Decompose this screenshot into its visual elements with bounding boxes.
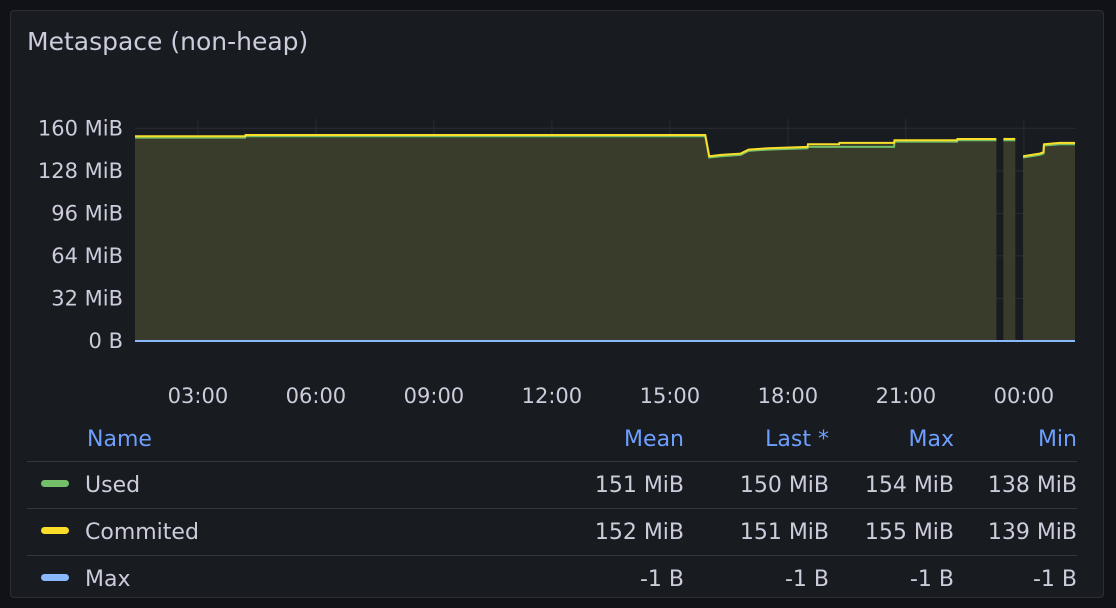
x-tick-label: 18:00 — [758, 384, 819, 408]
legend-header-last[interactable]: Last * — [684, 419, 829, 462]
series-color-swatch[interactable] — [41, 480, 69, 487]
legend-series-name[interactable]: Max — [85, 567, 130, 592]
y-tick-label: 96 MiB — [51, 201, 123, 225]
y-tick-label: 0 B — [89, 329, 123, 353]
x-tick-label: 06:00 — [286, 384, 347, 408]
x-tick-label: 00:00 — [994, 384, 1055, 408]
x-tick-label: 03:00 — [168, 384, 229, 408]
legend-series-name[interactable]: Commited — [85, 520, 199, 545]
legend-header-min[interactable]: Min — [954, 419, 1077, 462]
legend-series-name[interactable]: Used — [85, 473, 140, 498]
legend-max-value: 154 MiB — [829, 461, 954, 509]
metaspace-panel: Metaspace (non-heap) 0 B 32 MiB 64 MiB 96 M… — [10, 10, 1104, 598]
legend-max-value: 155 MiB — [829, 508, 954, 556]
legend-row-used[interactable]: Used 151 MiB 150 MiB 154 MiB 138 MiB — [27, 461, 1077, 509]
y-tick-label: 64 MiB — [51, 244, 123, 268]
x-tick-label: 21:00 — [876, 384, 937, 408]
legend-mean-value: 152 MiB — [514, 508, 684, 556]
legend-min-value: -1 B — [954, 555, 1077, 597]
metaspace-chart: 0 B 32 MiB 64 MiB 96 MiB 128 MiB 160 MiB 03:00… — [38, 116, 1075, 408]
legend-header-max[interactable]: Max — [829, 419, 954, 462]
legend-last-value: -1 B — [684, 555, 829, 597]
legend-table: Name Mean Last * Max Min Used 151 MiB 15… — [27, 419, 1077, 597]
y-tick-label: 32 MiB — [51, 286, 123, 310]
y-tick-label: 128 MiB — [38, 159, 123, 183]
legend-header-mean[interactable]: Mean — [514, 419, 684, 462]
series-area — [1003, 140, 1016, 341]
legend-min-value: 139 MiB — [954, 508, 1077, 556]
legend-last-value: 151 MiB — [684, 508, 829, 556]
legend-header-name[interactable]: Name — [27, 419, 514, 462]
legend-row-max[interactable]: Max -1 B -1 B -1 B -1 B — [27, 555, 1077, 597]
series-area — [1023, 144, 1075, 341]
series-area — [135, 136, 997, 341]
series-color-swatch[interactable] — [41, 527, 69, 534]
series-color-swatch[interactable] — [41, 574, 69, 581]
legend-max-value: -1 B — [829, 555, 954, 597]
x-tick-label: 09:00 — [404, 384, 465, 408]
legend-header-row: Name Mean Last * Max Min — [27, 419, 1077, 462]
legend-row-commited[interactable]: Commited 152 MiB 151 MiB 155 MiB 139 MiB — [27, 508, 1077, 556]
legend-min-value: 138 MiB — [954, 461, 1077, 509]
legend-mean-value: -1 B — [514, 555, 684, 597]
legend-mean-value: 151 MiB — [514, 461, 684, 509]
y-tick-label: 160 MiB — [38, 116, 123, 140]
legend-last-value: 150 MiB — [684, 461, 829, 509]
x-tick-label: 12:00 — [522, 384, 583, 408]
x-tick-label: 15:00 — [640, 384, 701, 408]
